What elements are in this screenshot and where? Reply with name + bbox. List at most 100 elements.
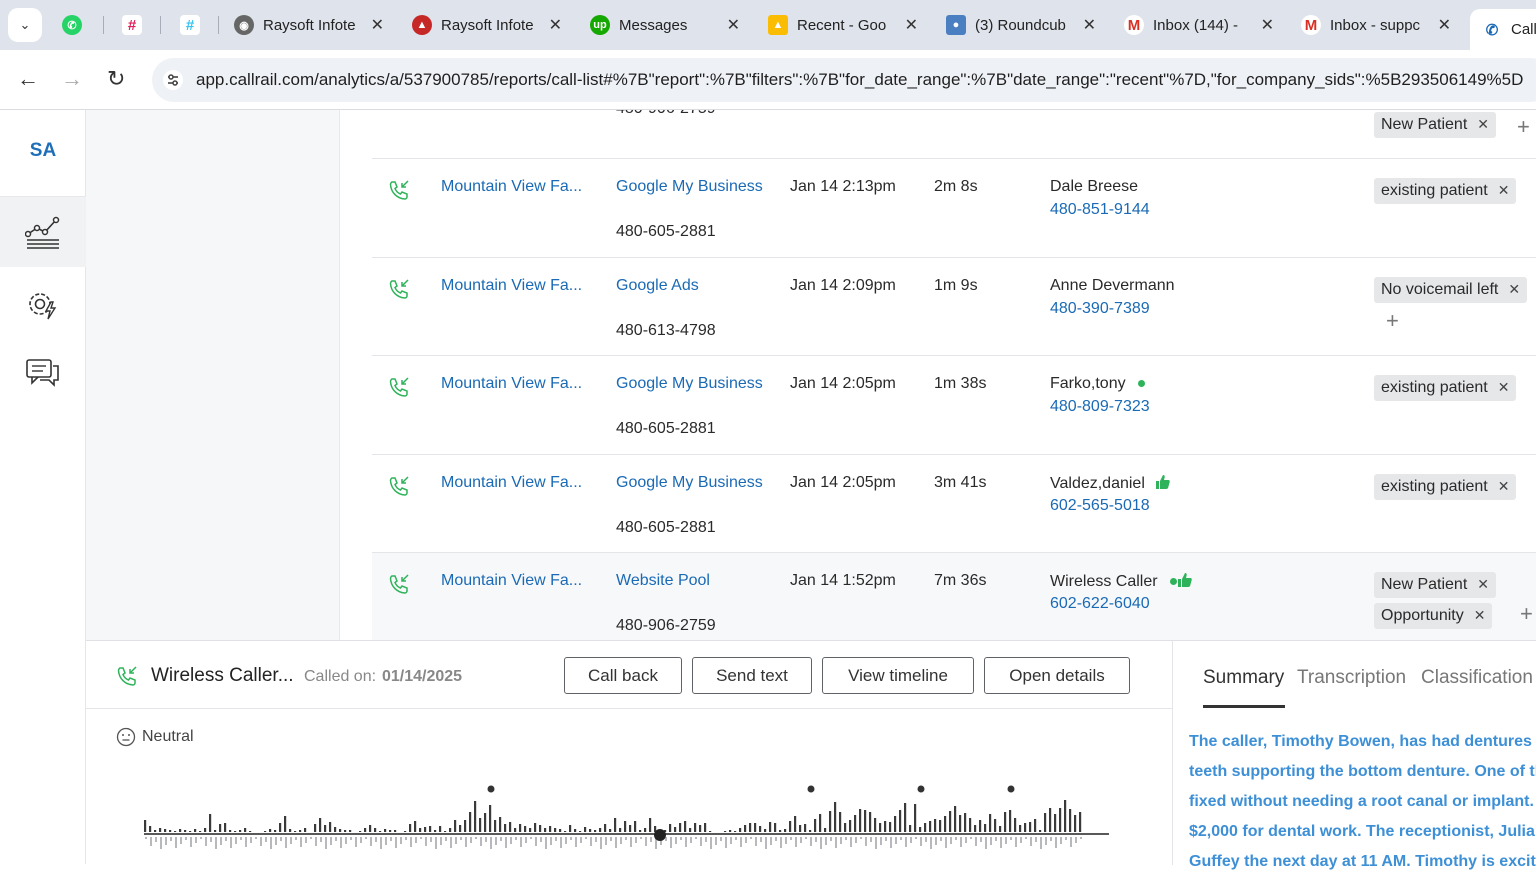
waveform-bar-agent <box>280 837 282 841</box>
waveform-bar-caller <box>564 831 567 832</box>
waveform-bar-agent <box>870 837 872 842</box>
add-tag-icon[interactable]: + <box>1386 308 1399 334</box>
globe-icon: ◉ <box>234 15 254 35</box>
waveform-bar-agent <box>625 837 627 840</box>
open-details-button[interactable]: Open details <box>984 657 1130 694</box>
waveform-bar-agent <box>305 837 307 843</box>
table-row[interactable]: Mountain View Fa... Website Pool 480-906-2… <box>372 553 1536 640</box>
table-row[interactable]: Mountain View Fa... Google Ads 480-613-479… <box>372 258 1536 356</box>
called-on-date: 01/14/2025 <box>382 668 463 685</box>
waveform-bar-caller <box>689 828 692 832</box>
waveform-bar-agent <box>720 837 722 841</box>
close-icon[interactable]: ✕ <box>905 15 918 35</box>
source-link[interactable]: Google Ads <box>616 277 699 295</box>
waveform-bar-agent <box>680 837 682 840</box>
call-audio-waveform[interactable] <box>144 781 1114 865</box>
remove-tag-icon[interactable]: ✕ <box>1508 281 1520 297</box>
close-icon[interactable]: ✕ <box>549 15 562 35</box>
tab-slack-1[interactable]: # <box>122 9 148 41</box>
waveform-bar-agent <box>670 837 672 848</box>
remove-tag-icon[interactable]: ✕ <box>1477 116 1489 132</box>
tab-raysoft-2[interactable]: ▲ Raysoft Infote ✕ <box>412 9 562 41</box>
caller-phone-link[interactable]: 480-851-9144 <box>1050 201 1150 219</box>
waveform-bar-agent <box>610 837 612 841</box>
back-arrow-icon[interactable]: ← <box>17 66 39 92</box>
tab-transcription[interactable]: Transcription <box>1297 667 1406 689</box>
table-row[interactable]: Mountain View Fa... Google My Business 480… <box>372 455 1536 553</box>
remove-tag-icon[interactable]: ✕ <box>1477 576 1489 592</box>
tracking-number: 480-605-2881 <box>616 519 716 536</box>
table-row[interactable]: 480-906-2759 New Patient ✕ + <box>372 110 1536 159</box>
tab-callrail-active[interactable]: ✆ Call <box>1470 9 1536 50</box>
forward-arrow-icon[interactable]: → <box>61 66 83 92</box>
company-link[interactable]: Mountain View Fa... <box>441 572 582 590</box>
address-bar[interactable]: app.callrail.com/analytics/a/537900785/r… <box>152 58 1536 102</box>
waveform-bar-caller <box>319 818 322 832</box>
remove-tag-icon[interactable]: ✕ <box>1498 379 1510 395</box>
call-insights-panel: Summary Transcription Classification The… <box>1172 641 1536 870</box>
table-row[interactable]: Mountain View Fa... Google My Business 480… <box>372 356 1536 455</box>
site-info-icon[interactable] <box>162 69 184 91</box>
waveform-bar-agent <box>315 837 317 846</box>
remove-tag-icon[interactable]: ✕ <box>1474 607 1486 623</box>
source-link[interactable]: Google My Business <box>616 474 763 492</box>
add-tag-icon[interactable]: + <box>1520 601 1533 627</box>
nav-conversations[interactable] <box>0 338 86 408</box>
waveform-bar-agent <box>530 837 532 839</box>
account-logo[interactable]: SA <box>0 140 86 162</box>
waveform-bar-caller <box>239 830 242 832</box>
close-icon[interactable]: ✕ <box>727 15 740 35</box>
tab-classification[interactable]: Classification <box>1421 667 1533 689</box>
caller-phone-link[interactable]: 480-809-7323 <box>1050 398 1150 416</box>
waveform-bar-agent <box>930 837 932 849</box>
call-back-button[interactable]: Call back <box>564 657 682 694</box>
caller-phone-link[interactable]: 602-565-5018 <box>1050 497 1150 515</box>
source-link[interactable]: Google My Business <box>616 178 763 196</box>
company-link[interactable]: Mountain View Fa... <box>441 375 582 393</box>
waveform-bar-caller <box>504 824 507 832</box>
waveform-bar-caller <box>984 824 987 832</box>
waveform-bar-caller <box>914 804 917 832</box>
waveform-bar-agent <box>1010 837 1012 840</box>
tab-roundcube[interactable]: ● (3) Roundcub ✕ <box>946 9 1096 41</box>
tab-summary[interactable]: Summary <box>1203 667 1284 689</box>
tab-slack-2[interactable]: # <box>180 9 206 41</box>
waveform-bar-agent <box>690 837 692 843</box>
waveform-bar-agent <box>395 837 397 848</box>
nav-analytics[interactable] <box>0 197 86 267</box>
close-icon[interactable]: ✕ <box>1261 15 1274 35</box>
company-link[interactable]: Mountain View Fa... <box>441 474 582 492</box>
waveform-bar-agent <box>455 837 457 844</box>
close-icon[interactable]: ✕ <box>1083 15 1096 35</box>
call-detail-header: Wireless Caller... Called on: 01/14/2025… <box>86 641 1172 709</box>
waveform-bar-caller <box>374 828 377 832</box>
close-icon[interactable]: ✕ <box>371 15 384 35</box>
table-row[interactable]: Mountain View Fa... Google My Business 480… <box>372 159 1536 258</box>
caller-phone-link[interactable]: 480-390-7389 <box>1050 300 1150 318</box>
tab-gmail-1[interactable]: M Inbox (144) - ✕ <box>1124 9 1274 41</box>
waveform-bar-caller <box>624 821 627 832</box>
close-icon[interactable]: ✕ <box>1438 15 1451 35</box>
reload-icon[interactable]: ↻ <box>107 66 125 92</box>
company-link[interactable]: Mountain View Fa... <box>441 178 582 196</box>
remove-tag-icon[interactable]: ✕ <box>1498 478 1510 494</box>
waveform-bar-caller <box>1049 808 1052 832</box>
nav-settings[interactable] <box>0 270 86 340</box>
view-timeline-button[interactable]: View timeline <box>822 657 974 694</box>
company-link[interactable]: Mountain View Fa... <box>441 277 582 295</box>
send-text-button[interactable]: Send text <box>692 657 812 694</box>
add-tag-icon[interactable]: + <box>1517 114 1530 140</box>
tracking-number: 480-605-2881 <box>616 420 716 437</box>
tab-messages[interactable]: up Messages ✕ <box>590 9 740 41</box>
remove-tag-icon[interactable]: ✕ <box>1498 182 1510 198</box>
source-link[interactable]: Google My Business <box>616 375 763 393</box>
waveform-bar-caller <box>194 829 197 832</box>
source-link[interactable]: Website Pool <box>616 572 710 590</box>
waveform-bar-caller <box>204 828 207 832</box>
tab-google-drive[interactable]: ▲ Recent - Goo ✕ <box>768 9 918 41</box>
tab-whatsapp[interactable]: ✆ <box>62 9 88 41</box>
caller-phone-link[interactable]: 602-622-6040 <box>1050 595 1150 613</box>
tab-gmail-2[interactable]: M Inbox - suppc ✕ <box>1301 9 1451 41</box>
tab-search-button[interactable]: ⌄ <box>8 8 42 42</box>
tab-raysoft-1[interactable]: ◉ Raysoft Infote ✕ <box>234 9 384 41</box>
